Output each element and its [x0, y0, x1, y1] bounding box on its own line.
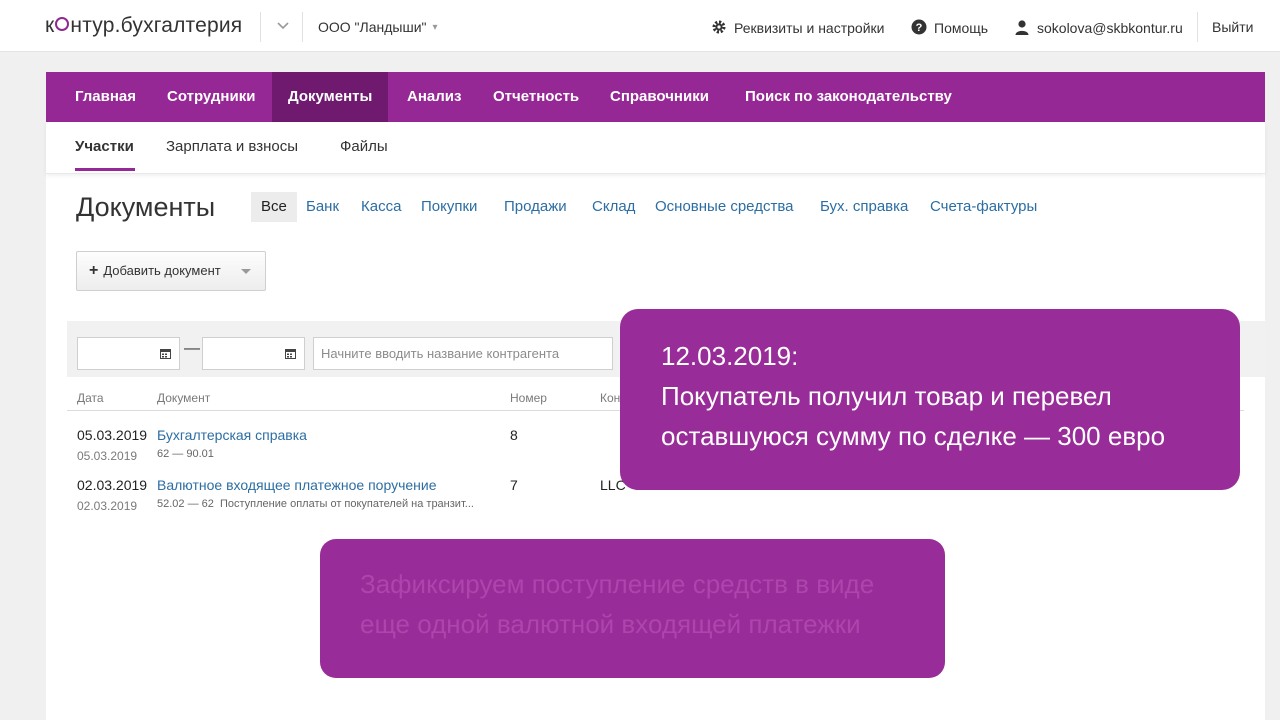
caption-overlay-bottom: Зафиксируем поступление средств в виде е…: [320, 539, 945, 678]
row-sub-date: 02.03.2019: [77, 499, 138, 513]
main-nav-item-law-search[interactable]: Поиск по законодательству: [729, 72, 968, 122]
header-divider: [260, 12, 261, 42]
filter-purchases[interactable]: Покупки: [411, 192, 487, 222]
main-nav-item-home[interactable]: Главная: [59, 72, 152, 122]
organization-selector[interactable]: ООО "Ландыши" ▾: [318, 19, 438, 35]
caret-down-icon: ▾: [432, 22, 438, 33]
kontur-logo[interactable]: к нтур.бухгалтерия: [45, 14, 242, 38]
header-divider: [302, 12, 303, 42]
add-document-button[interactable]: + Добавить документ: [76, 251, 266, 291]
plus-icon: +: [89, 262, 99, 279]
settings-link[interactable]: Реквизиты и настройки: [711, 19, 884, 36]
header-divider: [1197, 12, 1198, 42]
row-sub-date: 05.03.2019: [77, 449, 138, 463]
calendar-icon[interactable]: [285, 348, 296, 359]
main-nav-item-reporting[interactable]: Отчетность: [477, 72, 595, 122]
page-title: Документы: [76, 192, 216, 222]
logout-link[interactable]: Выйти: [1212, 19, 1253, 35]
user-icon: [1015, 20, 1029, 35]
counterparty-search-input[interactable]: Начните вводить название контрагента: [313, 337, 613, 370]
filter-cash[interactable]: Касса: [351, 192, 411, 222]
row-accounts: 52.02 — 62: [157, 498, 214, 510]
row-number: 8: [510, 427, 518, 443]
column-header-document[interactable]: Документ: [157, 391, 210, 405]
help-link[interactable]: ? Помощь: [911, 19, 988, 36]
main-nav: Главная Сотрудники Документы Анализ Отче…: [46, 72, 1265, 122]
top-header: к нтур.бухгалтерия ООО "Ландыши" ▾ Реквизи…: [0, 0, 1280, 52]
logo-ring-icon: [55, 17, 70, 31]
row-date: 05.03.2019: [77, 427, 148, 443]
svg-text:?: ?: [916, 22, 923, 34]
calendar-icon[interactable]: [160, 348, 171, 359]
caption-overlay-top: 12.03.2019: Покупатель получил товар и п…: [620, 309, 1240, 490]
filter-fixed-assets[interactable]: Основные средства: [645, 192, 803, 222]
row-number: 7: [510, 477, 518, 493]
question-circle-icon: ?: [911, 19, 927, 35]
logout-label: Выйти: [1212, 19, 1254, 35]
sub-nav: Участки Зарплата и взносы Файлы: [46, 122, 1265, 174]
main-nav-item-references[interactable]: Справочники: [594, 72, 725, 122]
row-description: Поступление оплаты от покупателей на тра…: [220, 498, 474, 510]
main-nav-item-documents[interactable]: Документы: [272, 72, 389, 122]
filter-sales[interactable]: Продажи: [494, 192, 577, 222]
user-menu[interactable]: sokolova@skbkontur.ru: [1014, 19, 1183, 36]
filter-bank[interactable]: Банк: [296, 192, 349, 222]
date-from-field[interactable]: [77, 337, 180, 370]
caption-line-1: Покупатель получил товар и перевел: [661, 381, 1112, 411]
add-document-label: Добавить документ: [103, 263, 221, 278]
row-document-link[interactable]: Бухгалтерская справка: [157, 427, 307, 443]
user-email: sokolova@skbkontur.ru: [1037, 20, 1183, 36]
active-tab-indicator: [75, 168, 135, 171]
row-accounts: 62 — 90.01: [157, 448, 214, 460]
logo-text-right: нтур.: [70, 14, 121, 37]
row-date: 02.03.2019: [77, 477, 148, 493]
sub-nav-item-sections[interactable]: Участки: [75, 138, 134, 155]
dropdown-arrow-icon: [241, 269, 251, 274]
column-header-counterparty[interactable]: Кон: [600, 391, 620, 405]
chevron-down-icon[interactable]: [276, 18, 290, 32]
main-nav-item-analysis[interactable]: Анализ: [391, 72, 477, 122]
logo-text-left: к: [45, 14, 55, 37]
row-document-link[interactable]: Валютное входящее платежное поручение: [157, 477, 437, 493]
gear-icon: [712, 20, 726, 34]
filter-invoices[interactable]: Счета-фактуры: [920, 192, 1047, 222]
help-label: Помощь: [934, 20, 989, 36]
sub-nav-item-files[interactable]: Файлы: [340, 138, 388, 155]
column-header-date[interactable]: Дата: [77, 391, 104, 405]
filter-all[interactable]: Все: [251, 192, 297, 222]
caption-date: 12.03.2019:: [661, 341, 799, 371]
main-nav-item-employees[interactable]: Сотрудники: [151, 72, 271, 122]
settings-label: Реквизиты и настройки: [734, 20, 885, 36]
logo-product: бухгалтерия: [120, 14, 243, 37]
filter-warehouse[interactable]: Склад: [582, 192, 645, 222]
column-header-number[interactable]: Номер: [510, 391, 547, 405]
date-separator: —: [184, 340, 200, 357]
filter-accounting-note[interactable]: Бух. справка: [810, 192, 918, 222]
date-to-field[interactable]: [202, 337, 305, 370]
organization-name: ООО "Ландыши": [318, 19, 427, 35]
caption-line-2: оставшуюся сумму по сделке — 300 евро: [661, 421, 1166, 451]
caption-line-1: Зафиксируем поступление средств в виде: [360, 569, 875, 599]
caption-line-2: еще одной валютной входящей платежки: [360, 609, 861, 639]
sub-nav-item-salary[interactable]: Зарплата и взносы: [166, 138, 298, 155]
